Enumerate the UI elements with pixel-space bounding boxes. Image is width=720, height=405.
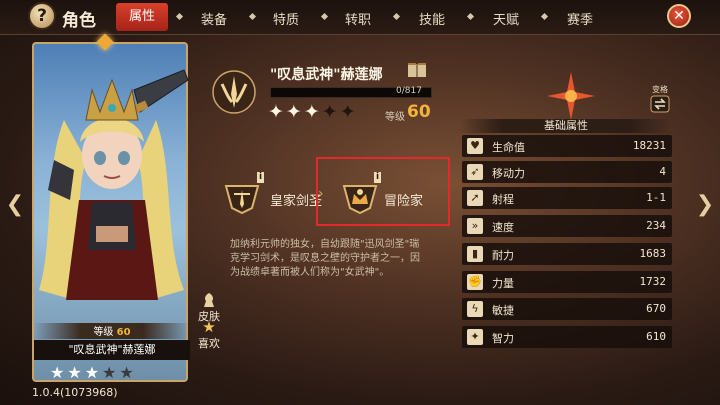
attribute-name: 力量 <box>492 277 514 290</box>
attribute-name: 射程 <box>492 193 514 206</box>
star-icon: ★ <box>50 363 68 382</box>
attribute-row-hp: ♥ 生命值 18231 <box>462 135 672 157</box>
tab-separator <box>466 12 475 21</box>
build-version: 1.0.4(1073968) <box>32 386 118 399</box>
strength-icon: ✊ <box>467 274 483 290</box>
attribute-value: 670 <box>646 302 666 315</box>
selected-job-highlight <box>316 157 450 226</box>
attribute-name: 移动力 <box>492 167 525 180</box>
card-level-label: 等级 <box>93 327 114 338</box>
attribute-row-endurance: ▮ 耐力 1683 <box>462 243 672 265</box>
tab-equipment[interactable]: 装备 <box>190 9 238 28</box>
agility-icon: ϟ <box>467 301 483 317</box>
tab-skills[interactable]: 技能 <box>408 9 456 28</box>
close-icon: ✕ <box>673 8 685 24</box>
star-empty-icon: ★ <box>102 363 120 382</box>
swap-icon <box>650 95 670 113</box>
star-icon: ★ <box>202 318 216 336</box>
endurance-icon: ▮ <box>467 246 483 262</box>
attribute-name: 智力 <box>492 332 514 345</box>
job-from-label: 皇家剑圣 <box>270 194 323 209</box>
royal-swordmaster-icon[interactable] <box>222 180 262 214</box>
attribute-name: 耐力 <box>492 249 514 262</box>
top-bar: ? 角色 属性 装备 特质 转职 技能 天赋 赛季 ✕ <box>0 0 720 35</box>
attribute-value: 610 <box>646 330 666 343</box>
star-icon: ✦ <box>285 101 304 123</box>
swap-stats-label: 变格 <box>652 85 668 94</box>
attribute-crest-icon <box>547 72 595 120</box>
star-empty-icon: ★ <box>119 363 137 382</box>
star-icon: ★ <box>67 363 85 382</box>
attribute-value: 234 <box>646 219 666 232</box>
tab-job-change[interactable]: 转职 <box>334 9 382 28</box>
tab-season[interactable]: 赛季 <box>556 9 604 28</box>
star-empty-icon: ✦ <box>339 101 358 123</box>
star-icon: ✦ <box>303 101 322 123</box>
attribute-value: 1683 <box>639 247 667 260</box>
attribute-value: 18231 <box>632 139 666 152</box>
card-level-value: 60 <box>116 327 131 338</box>
attribute-row-intellect: ✦ 智力 610 <box>462 326 672 348</box>
attribute-row-move: ➶ 移动力 4 <box>462 161 672 183</box>
boot-icon: ➶ <box>467 164 483 180</box>
tab-separator <box>540 12 549 21</box>
skin-icon <box>204 293 214 307</box>
attribute-row-range: ➚ 射程 1-1 <box>462 187 672 209</box>
like-button[interactable]: ★ 喜欢 <box>196 320 222 351</box>
tab-attributes[interactable]: 属性 <box>116 3 168 31</box>
attribute-value: 1-1 <box>646 191 666 204</box>
hero-star-rating: ✦✦✦✦✦ <box>268 101 358 123</box>
experience-text: 0/817 <box>396 86 422 96</box>
attribute-row-agility: ϟ 敏捷 670 <box>462 298 672 320</box>
book-icon[interactable] <box>407 62 427 78</box>
card-hero-name: "叹息武神"赫莲娜 <box>34 340 190 360</box>
hero-description: 加纳利元帅的独女，自幼跟随"迅风剑圣"瑞克学习剑术，是叹息之壁的守护者之一，因为… <box>230 239 420 278</box>
hero-level-value: 60 <box>407 102 431 122</box>
tab-talent[interactable]: 天赋 <box>482 9 530 28</box>
close-button[interactable]: ✕ <box>667 4 691 28</box>
tab-separator <box>320 12 329 21</box>
card-level: 等级 60 <box>34 323 190 339</box>
attribute-name: 生命值 <box>492 141 525 154</box>
star-empty-icon: ✦ <box>321 101 340 123</box>
tab-separator <box>392 12 401 21</box>
like-label: 喜欢 <box>198 337 220 350</box>
attribute-name: 速度 <box>492 221 514 234</box>
page-title: 角色 <box>62 11 96 31</box>
help-button[interactable]: ? <box>30 4 54 28</box>
attribute-value: 4 <box>659 165 666 178</box>
attribute-row-strength: ✊ 力量 1732 <box>462 271 672 293</box>
hero-portrait <box>39 69 189 300</box>
speed-icon: » <box>467 218 483 234</box>
attribute-name: 敏捷 <box>492 304 514 317</box>
heart-icon: ♥ <box>467 138 483 154</box>
star-icon: ✦ <box>268 101 286 123</box>
tab-separator <box>248 12 257 21</box>
attributes-title: 基础属性 <box>460 119 672 133</box>
range-icon: ➚ <box>467 190 483 206</box>
attribute-value: 1732 <box>639 275 667 288</box>
tab-separator <box>175 12 184 21</box>
star-icon: ★ <box>84 363 103 382</box>
card-star-rating: ★★★★★ <box>50 363 137 382</box>
tab-traits[interactable]: 特质 <box>262 9 310 28</box>
hero-level-label: 等级 <box>385 112 405 123</box>
next-hero-arrow-icon[interactable]: ❯ <box>694 192 716 218</box>
info-icon[interactable]: i <box>257 172 264 183</box>
hero-name: "叹息武神"赫莲娜 <box>270 67 383 83</box>
previous-hero-arrow-icon[interactable]: ❮ <box>4 192 26 218</box>
class-emblem-icon <box>212 70 256 114</box>
intellect-icon: ✦ <box>467 329 483 345</box>
swap-stats-button[interactable]: 变格 <box>648 84 672 113</box>
attribute-row-speed: » 速度 234 <box>462 215 672 237</box>
